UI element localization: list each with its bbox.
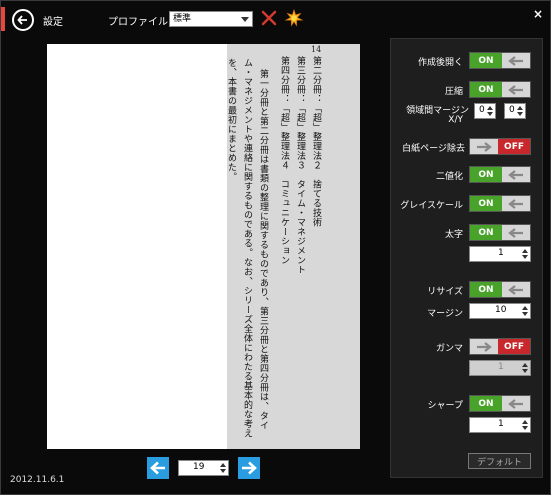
compress-label: 圧縮 [444, 87, 463, 97]
resize-label: リサイズ [427, 287, 463, 297]
page-number-input[interactable]: 19 [178, 460, 229, 476]
arrow-left-icon [508, 84, 523, 95]
sharpen-value-input[interactable]: 1 [469, 417, 531, 433]
text-line: 第四分冊：「超」整理法４ コミュニケーション [279, 56, 289, 265]
sharpen-label: シャープ [427, 401, 463, 411]
accent-bar [1, 7, 5, 31]
compress-toggle[interactable]: ON [469, 81, 531, 98]
text-line: ム・マネジメントや連絡に関するものである。なお、シリーズ全体にわたる基本的な考え [242, 58, 252, 438]
spinner-arrows[interactable] [220, 461, 226, 475]
settings-panel: 作成後開く ON 圧縮 ON 領域間マージン X/Y 0 0 白紙ページ除去 O… [390, 38, 543, 478]
toggle-state: ON [470, 82, 502, 97]
page-number-value: 19 [193, 462, 205, 472]
spinner-arrows[interactable] [487, 104, 493, 118]
toggle-state: ON [470, 53, 502, 68]
settings-window: 設定 プロファイル 標準 × 14 第二分冊：「超」整理法２ 捨てる技術 第三分… [0, 0, 551, 495]
arrow-left-icon [508, 198, 523, 209]
spinner-arrows[interactable] [522, 247, 528, 261]
profile-select-value: 標準 [173, 14, 192, 24]
toggle-knob [501, 196, 530, 211]
toggle-state: ON [470, 167, 502, 182]
toggle-state: OFF [498, 139, 530, 154]
back-button[interactable] [12, 9, 34, 31]
chevron-down-icon [241, 17, 249, 22]
arrow-left-icon [508, 227, 523, 238]
toggle-knob [501, 396, 530, 411]
toggle-knob [470, 339, 499, 354]
sharpen-toggle[interactable]: ON [469, 395, 531, 412]
toggle-state: ON [470, 282, 502, 297]
gamma-value: 1 [498, 362, 504, 372]
default-button[interactable]: デフォルト [468, 453, 531, 469]
spinner-arrows[interactable] [522, 304, 528, 318]
resize-toggle[interactable]: ON [469, 281, 531, 298]
margin-value-input[interactable]: 10 [469, 303, 531, 319]
grayscale-label: グレイスケール [400, 201, 463, 211]
version-label: 2012.11.6.1 [10, 475, 65, 485]
margin-x-input[interactable]: 0 [474, 103, 496, 119]
delete-profile-icon[interactable] [261, 10, 277, 26]
toggle-knob [470, 139, 499, 154]
toggle-knob [501, 167, 530, 182]
arrow-left-icon [508, 169, 523, 180]
open-after-create-label: 作成後開く [417, 58, 463, 68]
bold-value-input[interactable]: 1 [469, 246, 531, 262]
arrow-left-icon [508, 398, 523, 409]
margin-value: 10 [495, 305, 507, 315]
margin-xy-label-line2: X/Y [448, 115, 463, 125]
page-number: 14 [311, 45, 322, 54]
new-profile-star-icon[interactable] [285, 9, 303, 27]
text-line: 第三分冊：「超」整理法３ タイム・マネジメント [295, 56, 305, 275]
toggle-state: ON [470, 396, 502, 411]
next-page-button[interactable] [238, 457, 260, 479]
gamma-value-input: 1 [469, 360, 531, 376]
remove-blank-toggle[interactable]: OFF [469, 138, 531, 155]
margin-y-input[interactable]: 0 [504, 103, 526, 119]
toggle-state: ON [470, 196, 502, 211]
margin-label: マージン [427, 309, 463, 319]
bold-toggle[interactable]: ON [469, 224, 531, 241]
grayscale-toggle[interactable]: ON [469, 195, 531, 212]
arrow-left-icon [150, 461, 165, 475]
toggle-knob [501, 225, 530, 240]
bold-value: 1 [498, 248, 504, 258]
bold-label: 太字 [444, 230, 463, 240]
margin-x-value: 0 [479, 105, 485, 115]
toggle-knob [501, 82, 530, 97]
gamma-label: ガンマ [435, 344, 463, 354]
margin-y-value: 0 [509, 105, 515, 115]
arrow-left-icon [508, 55, 523, 66]
sharpen-value: 1 [498, 419, 504, 429]
arrow-left-icon [508, 284, 523, 295]
spinner-arrows [522, 361, 528, 375]
profile-select[interactable]: 標準 [169, 11, 253, 27]
spinner-arrows[interactable] [517, 104, 523, 118]
toggle-state: ON [470, 225, 502, 240]
toggle-knob [501, 282, 530, 297]
toggle-knob [501, 53, 530, 68]
spinner-arrows[interactable] [522, 418, 528, 432]
arrow-right-icon [477, 341, 492, 352]
gamma-toggle[interactable]: OFF [469, 338, 531, 355]
remove-blank-label: 白紙ページ除去 [402, 144, 465, 154]
text-line: 第一分冊と第二分冊は書類の整理に関するものであり、第三分冊と第四分冊は、タイ [258, 69, 268, 430]
arrow-right-icon [477, 141, 492, 152]
page-title: 設定 [43, 17, 63, 28]
open-after-create-toggle[interactable]: ON [469, 52, 531, 69]
toggle-state: OFF [498, 339, 530, 354]
binarize-toggle[interactable]: ON [469, 166, 531, 183]
text-line: を、本書の最初にまとめた。 [226, 58, 236, 182]
arrow-right-icon [242, 461, 257, 475]
close-button[interactable]: × [533, 7, 543, 21]
profile-label: プロファイル [108, 17, 168, 28]
previous-page-button[interactable] [147, 457, 169, 479]
text-line: 第二分冊：「超」整理法２ 捨てる技術 [311, 56, 321, 227]
arrow-left-icon [17, 15, 27, 25]
binarize-label: 二値化 [435, 172, 463, 182]
page-preview: 14 第二分冊：「超」整理法２ 捨てる技術 第三分冊：「超」整理法３ タイム・マ… [47, 44, 360, 449]
